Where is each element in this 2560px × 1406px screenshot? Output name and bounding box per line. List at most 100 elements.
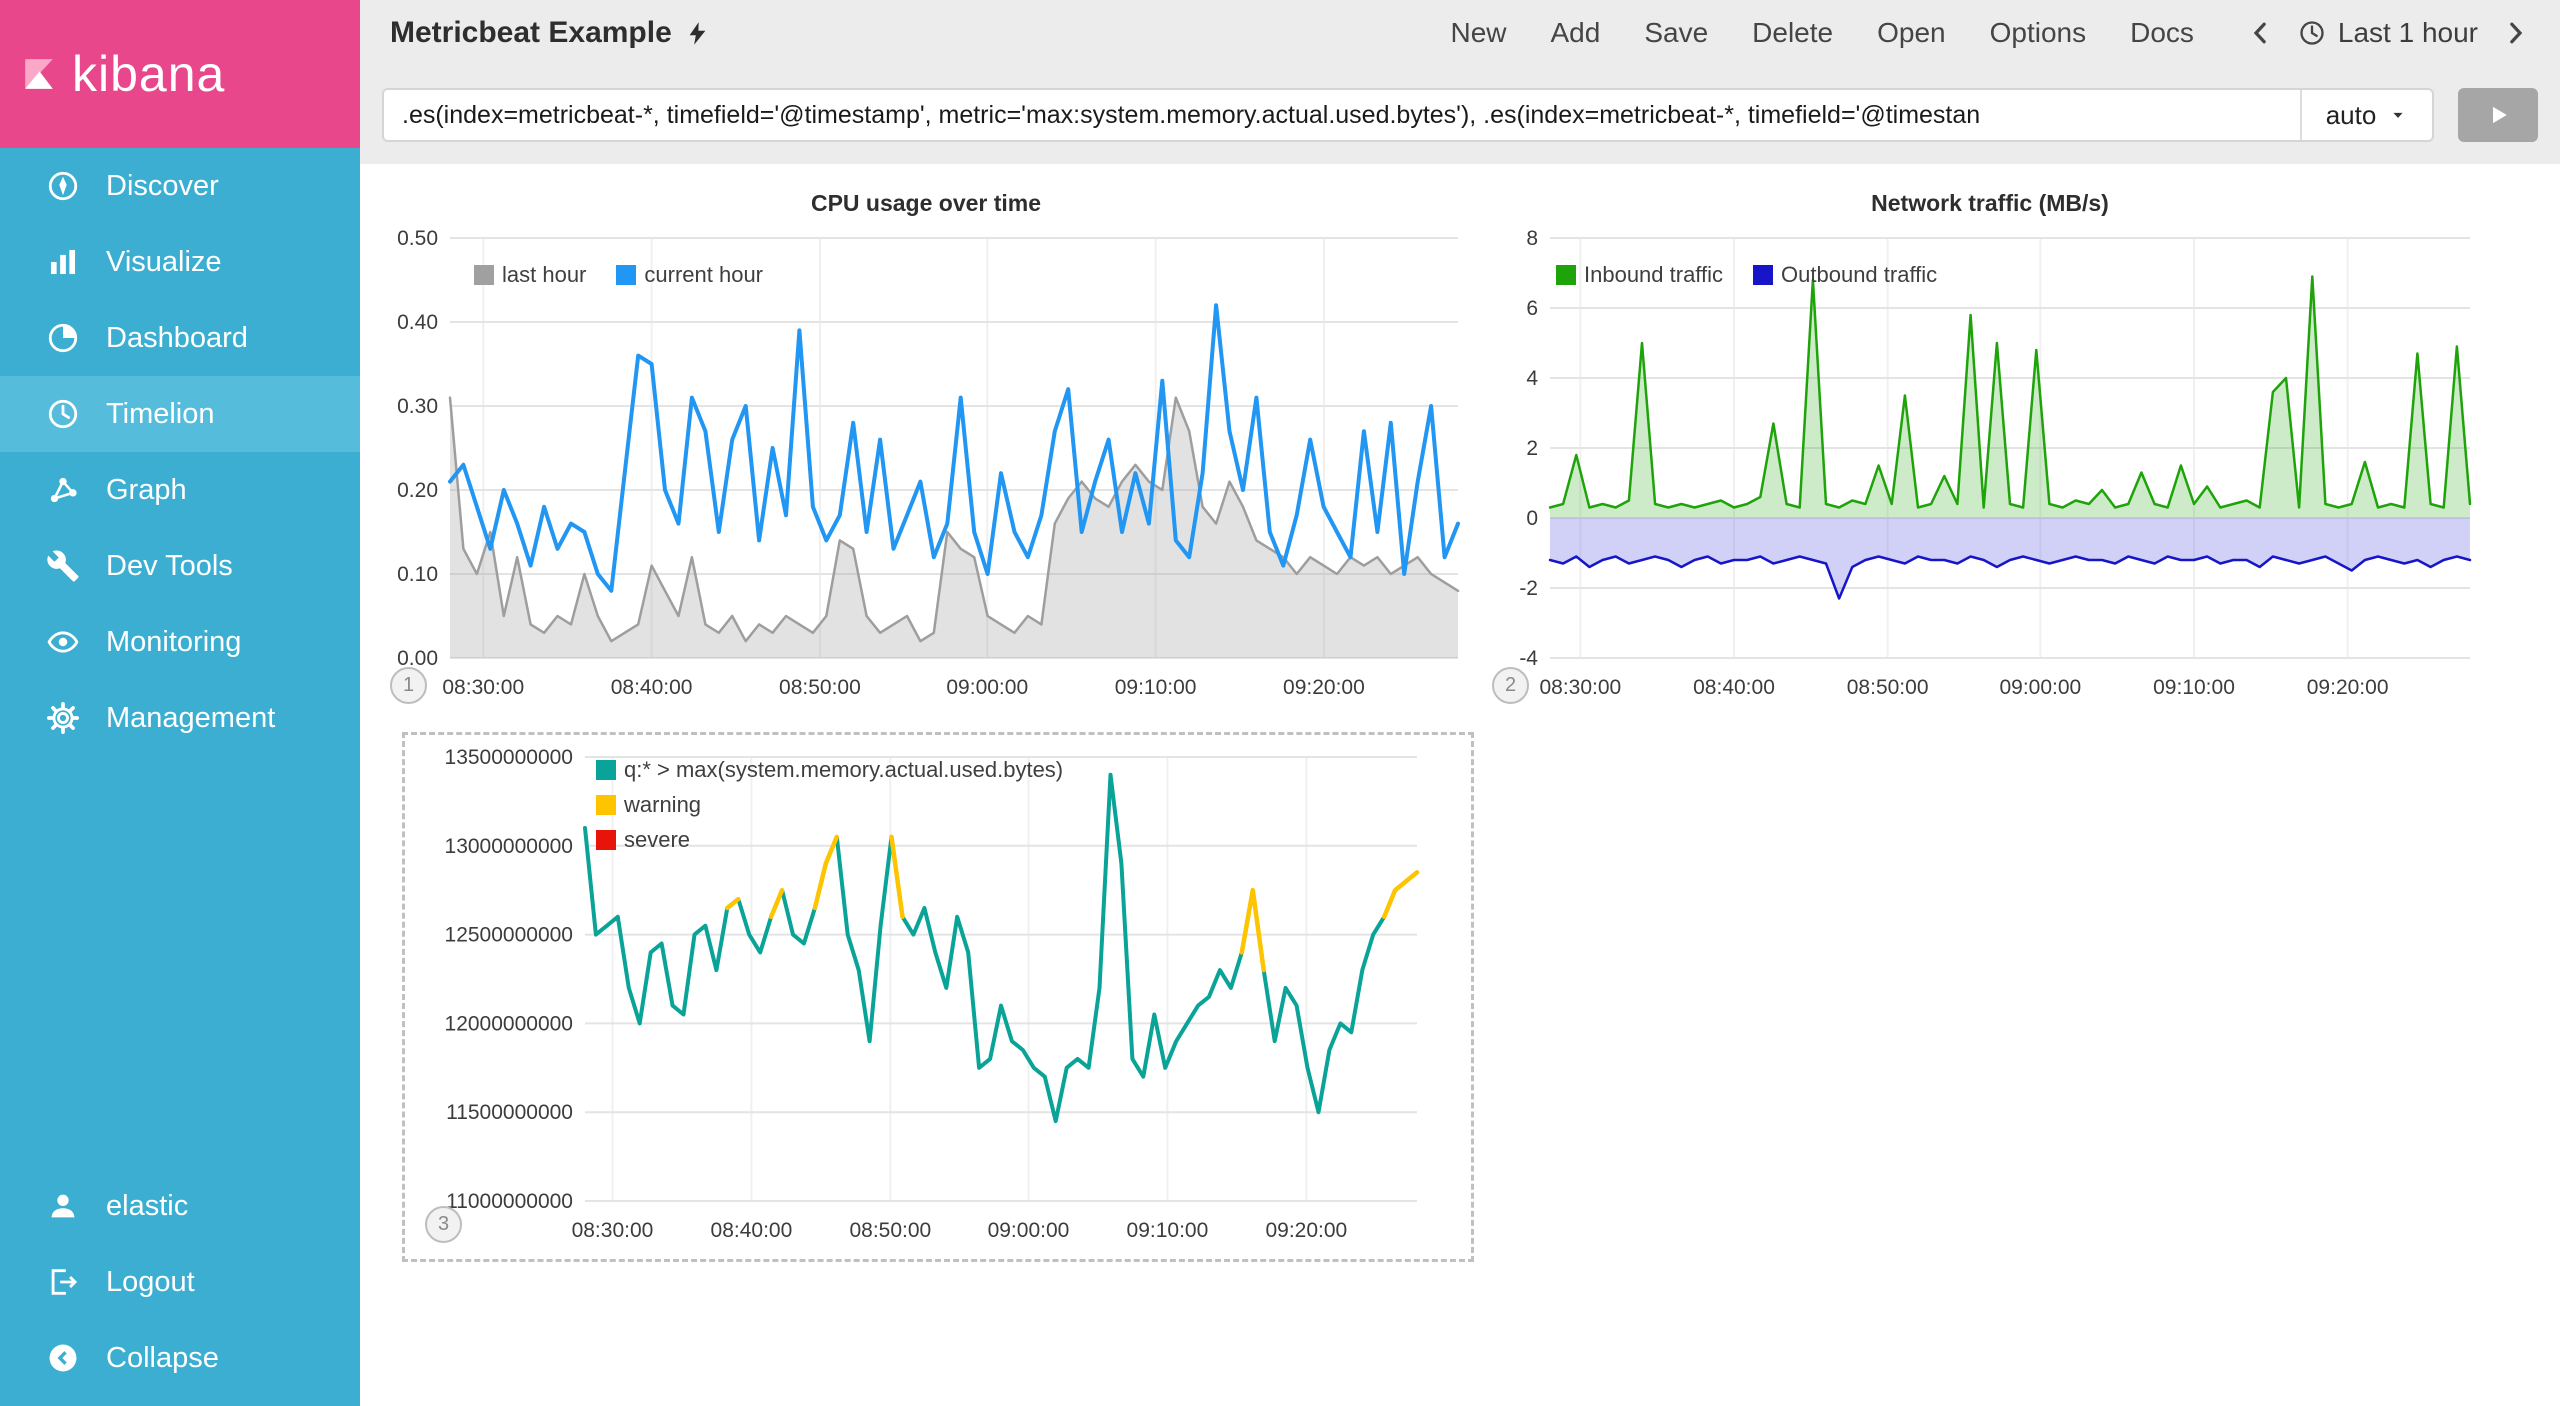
topnav-save[interactable]: Save [1644,17,1708,49]
svg-text:08:50:00: 08:50:00 [779,676,861,699]
chart-order-badge: 2 [1492,667,1529,704]
sidebar-item-label: Dev Tools [106,550,233,583]
svg-text:4: 4 [1526,367,1538,390]
topbar: Metricbeat Example New Add Save Delete Open O… [360,0,2560,66]
svg-text:08:30:00: 08:30:00 [442,676,524,699]
time-picker-label: Last 1 hour [2338,17,2478,49]
svg-text:09:00:00: 09:00:00 [946,676,1028,699]
svg-text:09:20:00: 09:20:00 [2307,676,2389,699]
sidebar-item-dashboard[interactable]: Dashboard [0,300,360,376]
bar-chart-icon [46,245,80,279]
sidebar-item-visualize[interactable]: Visualize [0,224,360,300]
svg-text:08:50:00: 08:50:00 [849,1219,931,1242]
legend-label: Outbound traffic [1781,262,1937,288]
query-bar: auto [360,66,2560,164]
sidebar-item-label: Discover [106,170,219,203]
sidebar-item-management[interactable]: Management [0,680,360,756]
svg-text:09:10:00: 09:10:00 [2153,676,2235,699]
legend-swatch [1556,265,1576,285]
svg-text:6: 6 [1526,297,1538,320]
sidebar-item-label: Timelion [106,398,215,431]
legend-label: Inbound traffic [1584,262,1723,288]
interval-select[interactable]: auto [2300,90,2432,140]
page-title: Metricbeat Example [390,16,711,50]
chart-body-2: -4-20246808:30:0008:40:0008:50:0009:00:0… [1490,222,2490,708]
chevron-left-icon[interactable] [2246,18,2276,48]
svg-text:08:40:00: 08:40:00 [711,1219,793,1242]
svg-text:11500000000: 11500000000 [446,1101,573,1124]
sidebar-item-logout[interactable]: Logout [0,1244,360,1320]
caret-down-icon [2388,105,2408,125]
sidebar-item-label: Collapse [106,1342,219,1375]
page-title-text: Metricbeat Example [390,16,672,50]
time-picker[interactable]: Last 1 hour [2298,17,2478,49]
legend-label: current hour [644,262,763,288]
svg-text:08:50:00: 08:50:00 [1847,676,1929,699]
svg-text:0.30: 0.30 [397,395,438,418]
query-box: auto [382,88,2434,142]
sidebar-item-dev-tools[interactable]: Dev Tools [0,528,360,604]
svg-text:09:00:00: 09:00:00 [1999,676,2081,699]
topnav-open[interactable]: Open [1877,17,1946,49]
chevron-right-icon[interactable] [2500,18,2530,48]
legend-swatch [596,760,616,780]
svg-text:09:10:00: 09:10:00 [1115,676,1197,699]
chart-legend: last hour current hour [474,262,763,288]
svg-text:0: 0 [1526,507,1538,530]
chart-title-network: Network traffic (MB/s) [1490,184,2490,222]
sidebar-nav: Discover Visualize Dashboard Timelion Graph D… [0,148,360,756]
legend-item: Inbound traffic [1556,262,1723,288]
chart-panel-memory-selected[interactable]: 1100000000011500000000120000000001250000… [402,732,1474,1262]
topnav-new[interactable]: New [1450,17,1506,49]
lightning-icon [684,20,711,47]
sidebar-item-label: Monitoring [106,626,241,659]
legend-item: q:* > max(system.memory.actual.used.byte… [596,757,1063,783]
svg-text:08:30:00: 08:30:00 [1539,676,1621,699]
svg-text:-2: -2 [1519,577,1538,600]
sidebar-item-monitoring[interactable]: Monitoring [0,604,360,680]
dashboard-icon [46,321,80,355]
chart-title-cpu: CPU usage over time [376,184,1476,222]
chart-panel-network[interactable]: Network traffic (MB/s) -4-20246808:30:00… [1490,184,2490,708]
eye-icon [46,625,80,659]
chart-order-badge: 1 [390,667,427,704]
svg-text:09:20:00: 09:20:00 [1283,676,1365,699]
clock-icon [2298,19,2326,47]
time-controls: Last 1 hour [2246,17,2530,49]
topnav-add[interactable]: Add [1551,17,1601,49]
chart-panel-cpu[interactable]: CPU usage over time 0.000.100.200.300.40… [376,184,1476,708]
legend-swatch [596,830,616,850]
graph-icon [46,473,80,507]
charts-row: CPU usage over time 0.000.100.200.300.40… [376,184,2560,708]
svg-text:09:20:00: 09:20:00 [1265,1219,1347,1242]
app-root: kibana Discover Visualize Dashboard Timelio… [0,0,2560,1406]
sidebar-item-elastic[interactable]: elastic [0,1168,360,1244]
sidebar-item-label: Graph [106,474,187,507]
play-button[interactable] [2458,88,2538,142]
sidebar-item-discover[interactable]: Discover [0,148,360,224]
kibana-logo[interactable]: kibana [0,0,360,148]
topnav-options[interactable]: Options [1990,17,2087,49]
wrench-icon [46,549,80,583]
content: CPU usage over time 0.000.100.200.300.40… [360,164,2560,1406]
user-icon [46,1189,80,1223]
legend-item: last hour [474,262,586,288]
sidebar-item-collapse[interactable]: Collapse [0,1320,360,1396]
chart-body-3: 1100000000011500000000120000000001250000… [413,741,1463,1253]
legend-item: severe [596,827,690,853]
legend-label: severe [624,827,690,853]
legend-label: q:* > max(system.memory.actual.used.byte… [624,757,1063,783]
sidebar-item-timelion[interactable]: Timelion [0,376,360,452]
sidebar-item-graph[interactable]: Graph [0,452,360,528]
svg-text:08:40:00: 08:40:00 [1693,676,1775,699]
sidebar-item-label: Visualize [106,246,222,279]
svg-text:0.40: 0.40 [397,311,438,334]
topnav-delete[interactable]: Delete [1752,17,1833,49]
sidebar-item-label: Management [106,702,275,735]
compass-icon [46,169,80,203]
chart-svg-2: -4-20246808:30:0008:40:0008:50:0009:00:0… [1490,222,2490,708]
timelion-query-input[interactable] [384,90,2300,140]
sidebar-item-label: Logout [106,1266,195,1299]
topnav-docs[interactable]: Docs [2130,17,2194,49]
svg-text:0.50: 0.50 [397,227,438,250]
